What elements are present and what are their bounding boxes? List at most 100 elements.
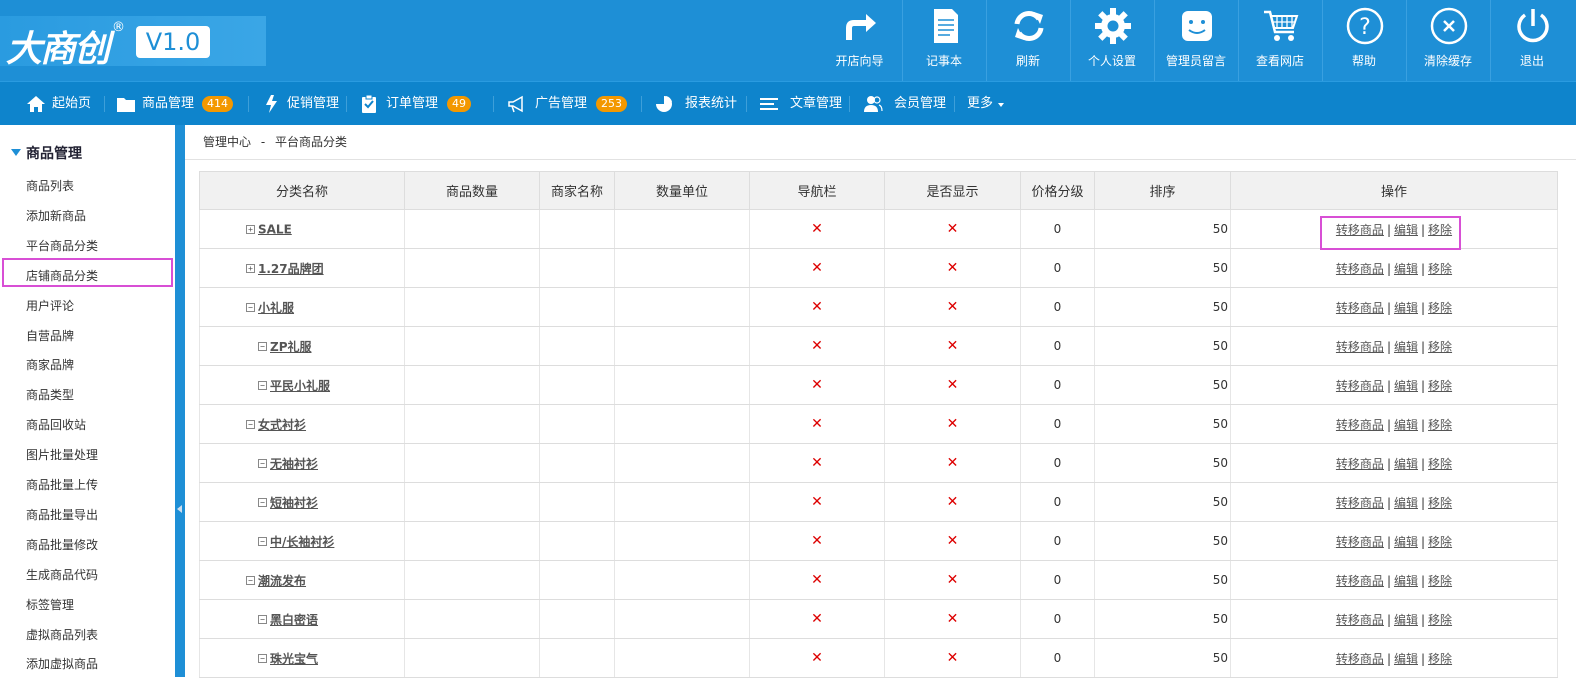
sort-order-cell[interactable]: 50 [1094,287,1231,327]
cross-icon[interactable]: ✕ [947,611,959,627]
sort-order-cell[interactable]: 50 [1094,638,1231,678]
edit-link[interactable]: 编辑 [1394,652,1418,666]
cross-icon[interactable]: ✕ [811,494,823,510]
sidebar-item[interactable]: 商品批量导出 [26,506,98,523]
sidebar-section-title[interactable]: 商品管理 [26,143,82,163]
edit-link[interactable]: 编辑 [1394,340,1418,354]
sort-order-cell[interactable]: 50 [1094,209,1231,249]
sidebar-item[interactable]: 添加虚拟商品 [26,655,98,672]
transfer-goods-link[interactable]: 转移商品 [1336,301,1384,315]
nav-item-goods[interactable]: 商品管理 414 [116,82,242,126]
remove-link[interactable]: 移除 [1428,301,1452,315]
nav-item-promotion[interactable]: 促销管理 [262,82,342,126]
nav-item-ads[interactable]: 广告管理 253 [507,82,637,126]
expand-toggle-icon[interactable]: − [246,419,255,429]
sidebar-item[interactable]: 生成商品代码 [26,566,98,583]
transfer-goods-link[interactable]: 转移商品 [1336,652,1384,666]
category-name-link[interactable]: 中/长袖衬衫 [270,535,334,549]
expand-toggle-icon[interactable]: − [258,380,267,390]
cross-icon[interactable]: ✕ [947,455,959,471]
cross-icon[interactable]: ✕ [947,650,959,666]
transfer-goods-link[interactable]: 转移商品 [1336,379,1384,393]
category-name-link[interactable]: 潮流发布 [258,574,306,588]
remove-link[interactable]: 移除 [1428,574,1452,588]
expand-toggle-icon[interactable]: − [258,536,267,546]
sidebar-item[interactable]: 商家品牌 [26,356,74,373]
sort-order-cell[interactable]: 50 [1094,599,1231,639]
edit-link[interactable]: 编辑 [1394,418,1418,432]
cross-icon[interactable]: ✕ [811,455,823,471]
sidebar-item[interactable]: 用户评论 [26,297,74,314]
nav-item-articles[interactable]: 文章管理 [759,82,843,126]
sidebar-item[interactable]: 平台商品分类 [26,237,98,254]
edit-link[interactable]: 编辑 [1394,535,1418,549]
cross-icon[interactable]: ✕ [947,572,959,588]
remove-link[interactable]: 移除 [1428,418,1452,432]
nav-item-members[interactable]: 会员管理 [863,82,947,126]
cross-icon[interactable]: ✕ [811,299,823,315]
cross-icon[interactable]: ✕ [947,416,959,432]
top-button-settings[interactable]: 个人设置 [1070,0,1153,81]
sidebar-item[interactable]: 自营品牌 [26,327,74,344]
transfer-goods-link[interactable]: 转移商品 [1336,535,1384,549]
remove-link[interactable]: 移除 [1428,496,1452,510]
remove-link[interactable]: 移除 [1428,262,1452,276]
sort-order-cell[interactable]: 50 [1094,560,1231,600]
cross-icon[interactable]: ✕ [811,611,823,627]
category-name-link[interactable]: 1.27品牌团 [258,262,324,276]
sidebar-item[interactable]: 虚拟商品列表 [26,626,98,643]
remove-link[interactable]: 移除 [1428,535,1452,549]
cross-icon[interactable]: ✕ [947,338,959,354]
category-name-link[interactable]: 黑白密语 [270,613,318,627]
transfer-goods-link[interactable]: 转移商品 [1336,457,1384,471]
expand-toggle-icon[interactable]: − [258,614,267,624]
sidebar-item[interactable]: 商品回收站 [26,416,86,433]
transfer-goods-link[interactable]: 转移商品 [1336,262,1384,276]
edit-link[interactable]: 编辑 [1394,262,1418,276]
category-name-link[interactable]: SALE [258,222,292,236]
transfer-goods-link[interactable]: 转移商品 [1336,574,1384,588]
cross-icon[interactable]: ✕ [811,377,823,393]
category-name-link[interactable]: 小礼服 [258,301,294,315]
top-button-admin-message[interactable]: 管理员留言 [1154,0,1237,81]
expand-toggle-icon[interactable]: + [246,263,255,273]
remove-link[interactable]: 移除 [1428,457,1452,471]
top-button-logout[interactable]: 退出 [1490,0,1573,81]
top-button-refresh[interactable]: 刷新 [986,0,1069,81]
breadcrumb-root[interactable]: 管理中心 [203,135,251,149]
sidebar-item[interactable]: 添加新商品 [26,207,86,224]
sidebar-item[interactable]: 图片批量处理 [26,446,98,463]
cross-icon[interactable]: ✕ [811,221,823,237]
category-name-link[interactable]: 珠光宝气 [270,652,318,666]
sidebar-item[interactable]: 商品类型 [26,386,74,403]
top-button-help[interactable]: ? 帮助 [1322,0,1405,81]
edit-link[interactable]: 编辑 [1394,457,1418,471]
sidebar-item[interactable]: 商品批量修改 [26,536,98,553]
transfer-goods-link[interactable]: 转移商品 [1336,418,1384,432]
category-name-link[interactable]: 无袖衬衫 [270,457,318,471]
edit-link[interactable]: 编辑 [1394,496,1418,510]
remove-link[interactable]: 移除 [1428,379,1452,393]
expand-triangle-icon[interactable] [11,149,21,156]
top-button-store-guide[interactable]: 开店向导 [818,0,901,81]
cross-icon[interactable]: ✕ [811,650,823,666]
expand-toggle-icon[interactable]: − [258,497,267,507]
cross-icon[interactable]: ✕ [811,572,823,588]
cross-icon[interactable]: ✕ [947,221,959,237]
expand-toggle-icon[interactable]: + [246,224,255,234]
nav-item-orders[interactable]: 订单管理 49 [359,82,483,126]
sidebar-collapse-bar[interactable] [175,125,185,677]
transfer-goods-link[interactable]: 转移商品 [1336,496,1384,510]
nav-item-more[interactable]: 更多 [967,82,1011,126]
nav-item-home[interactable]: 起始页 [26,82,106,126]
sort-order-cell[interactable]: 50 [1094,404,1231,444]
sidebar-item[interactable]: 店铺商品分类 [26,267,98,284]
nav-item-reports[interactable]: 报表统计 [654,82,740,126]
sidebar-item[interactable]: 商品批量上传 [26,476,98,493]
edit-link[interactable]: 编辑 [1394,574,1418,588]
cross-icon[interactable]: ✕ [811,260,823,276]
remove-link[interactable]: 移除 [1428,652,1452,666]
remove-link[interactable]: 移除 [1428,613,1452,627]
edit-link[interactable]: 编辑 [1394,301,1418,315]
expand-toggle-icon[interactable]: − [258,458,267,468]
